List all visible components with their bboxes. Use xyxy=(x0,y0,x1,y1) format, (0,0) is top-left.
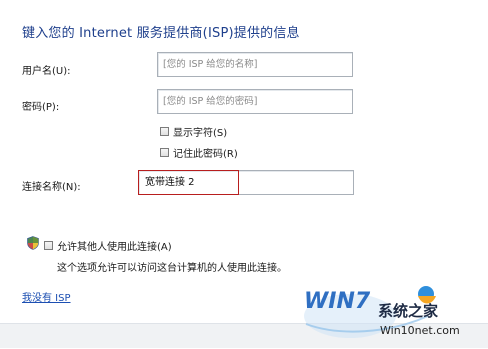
watermark-name: 系统之家 xyxy=(378,302,438,320)
password-input[interactable]: [您的 ISP 给您的密码] xyxy=(157,89,353,114)
watermark-brand: WIN7 xyxy=(304,289,371,314)
show-chars-box[interactable] xyxy=(160,127,169,136)
password-placeholder: [您的 ISP 给您的密码] xyxy=(163,96,258,107)
password-label: 密码(P): xyxy=(22,102,60,113)
allow-others-description: 这个选项允许可以访问这台计算机的人使用此连接。 xyxy=(57,263,287,274)
remember-password-checkbox[interactable]: 记住此密码(R) xyxy=(160,145,238,160)
no-isp-link[interactable]: 我没有 ISP xyxy=(22,289,71,304)
uac-shield-icon xyxy=(27,236,39,250)
connection-name-label: 连接名称(N): xyxy=(22,182,81,193)
remember-password-box[interactable] xyxy=(160,148,169,157)
connection-name-input[interactable]: 宽带连接 2 xyxy=(138,170,354,195)
page-title: 键入您的 Internet 服务提供商(ISP)提供的信息 xyxy=(22,26,300,41)
username-placeholder: [您的 ISP 给您的名称] xyxy=(163,59,258,70)
allow-others-box[interactable] xyxy=(44,241,53,250)
allow-others-checkbox[interactable]: 允许其他人使用此连接(A) xyxy=(44,238,172,253)
username-input[interactable]: [您的 ISP 给您的名称] xyxy=(157,52,353,77)
site-watermark: WIN7 系统之家 Win10net.com xyxy=(298,276,486,346)
connection-name-value: 宽带连接 2 xyxy=(145,177,195,188)
username-label: 用户名(U): xyxy=(22,66,71,77)
remember-password-label: 记住此密码(R) xyxy=(173,149,238,160)
show-chars-label: 显示字符(S) xyxy=(173,128,228,139)
allow-others-label: 允许其他人使用此连接(A) xyxy=(57,242,172,253)
connection-name-value-highlight: 宽带连接 2 xyxy=(138,170,239,195)
show-chars-checkbox[interactable]: 显示字符(S) xyxy=(160,124,227,139)
watermark-site: Win10net.com xyxy=(380,324,460,337)
